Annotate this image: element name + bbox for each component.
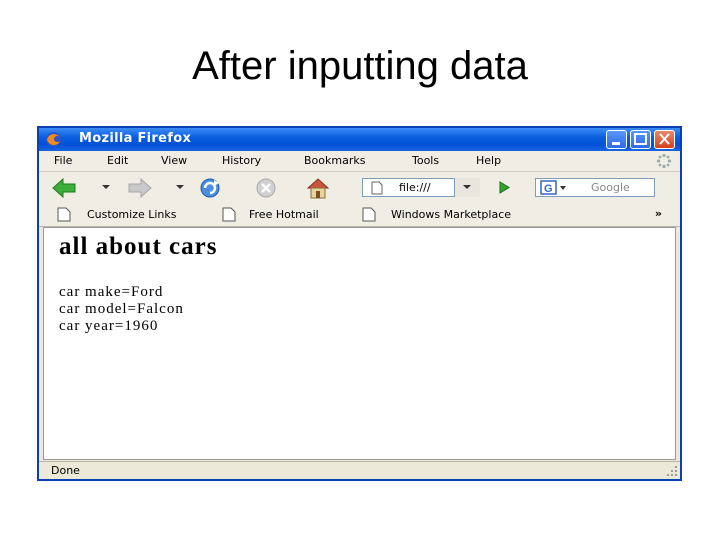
- menu-bookmarks[interactable]: Bookmarks: [304, 154, 365, 167]
- firefox-icon: [46, 132, 61, 147]
- bookmarks-toolbar: Customize Links Free Hotmail Windows Mar…: [39, 204, 680, 227]
- title-bar[interactable]: Mozilla Firefox: [39, 128, 680, 151]
- bookmark-customize-links[interactable]: Customize Links: [87, 208, 177, 221]
- page-icon: [371, 181, 383, 195]
- minimize-button[interactable]: [606, 130, 627, 149]
- status-bar: Done: [39, 461, 680, 479]
- menu-edit[interactable]: Edit: [107, 154, 128, 167]
- stop-icon[interactable]: [253, 176, 279, 200]
- google-search-engine-icon[interactable]: G: [540, 180, 570, 195]
- status-text: Done: [51, 464, 80, 477]
- search-placeholder: Google: [591, 181, 630, 194]
- resize-grip-icon[interactable]: [664, 465, 678, 477]
- navigation-toolbar: file:/// G Google: [39, 172, 680, 205]
- page-heading: all about cars: [59, 233, 218, 260]
- bookmark-page-icon: [222, 207, 236, 222]
- address-text: file:///: [399, 181, 431, 194]
- minimize-icon: [612, 142, 620, 145]
- window-title: Mozilla Firefox: [79, 131, 192, 146]
- car-make-line: car make=Ford: [59, 284, 164, 300]
- browser-window: Mozilla Firefox File Edit View History B…: [37, 126, 682, 481]
- bookmark-windows-marketplace[interactable]: Windows Marketplace: [391, 208, 511, 221]
- bookmark-page-icon: [362, 207, 376, 222]
- menu-bar: File Edit View History Bookmarks Tools H…: [39, 151, 680, 172]
- bookmarks-overflow-button[interactable]: »: [655, 207, 662, 220]
- maximize-button[interactable]: [630, 130, 651, 149]
- menu-history[interactable]: History: [222, 154, 261, 167]
- throbber-icon: [656, 153, 672, 169]
- search-box[interactable]: G Google: [535, 178, 655, 197]
- close-icon: [659, 133, 670, 145]
- car-model-line: car model=Falcon: [59, 301, 184, 317]
- home-icon[interactable]: [305, 176, 331, 200]
- svg-text:G: G: [544, 183, 553, 195]
- go-button[interactable]: [490, 178, 518, 197]
- back-arrow-icon[interactable]: [51, 176, 77, 200]
- back-history-dropdown[interactable]: [102, 185, 110, 189]
- maximize-icon: [634, 133, 647, 145]
- forward-history-dropdown[interactable]: [176, 185, 184, 189]
- bookmark-page-icon: [57, 207, 71, 222]
- reload-icon[interactable]: [197, 176, 223, 200]
- address-dropdown-button[interactable]: [454, 178, 480, 197]
- menu-view[interactable]: View: [161, 154, 187, 167]
- menu-help[interactable]: Help: [476, 154, 501, 167]
- menu-tools[interactable]: Tools: [412, 154, 439, 167]
- slide-title: After inputting data: [192, 44, 528, 88]
- close-button[interactable]: [654, 130, 675, 149]
- car-year-line: car year=1960: [59, 318, 159, 334]
- forward-arrow-icon[interactable]: [127, 176, 153, 200]
- page-content: all about cars car make=Ford car model=F…: [43, 227, 676, 460]
- chevron-down-icon: [463, 185, 471, 189]
- bookmark-free-hotmail[interactable]: Free Hotmail: [249, 208, 319, 221]
- menu-file[interactable]: File: [54, 154, 72, 167]
